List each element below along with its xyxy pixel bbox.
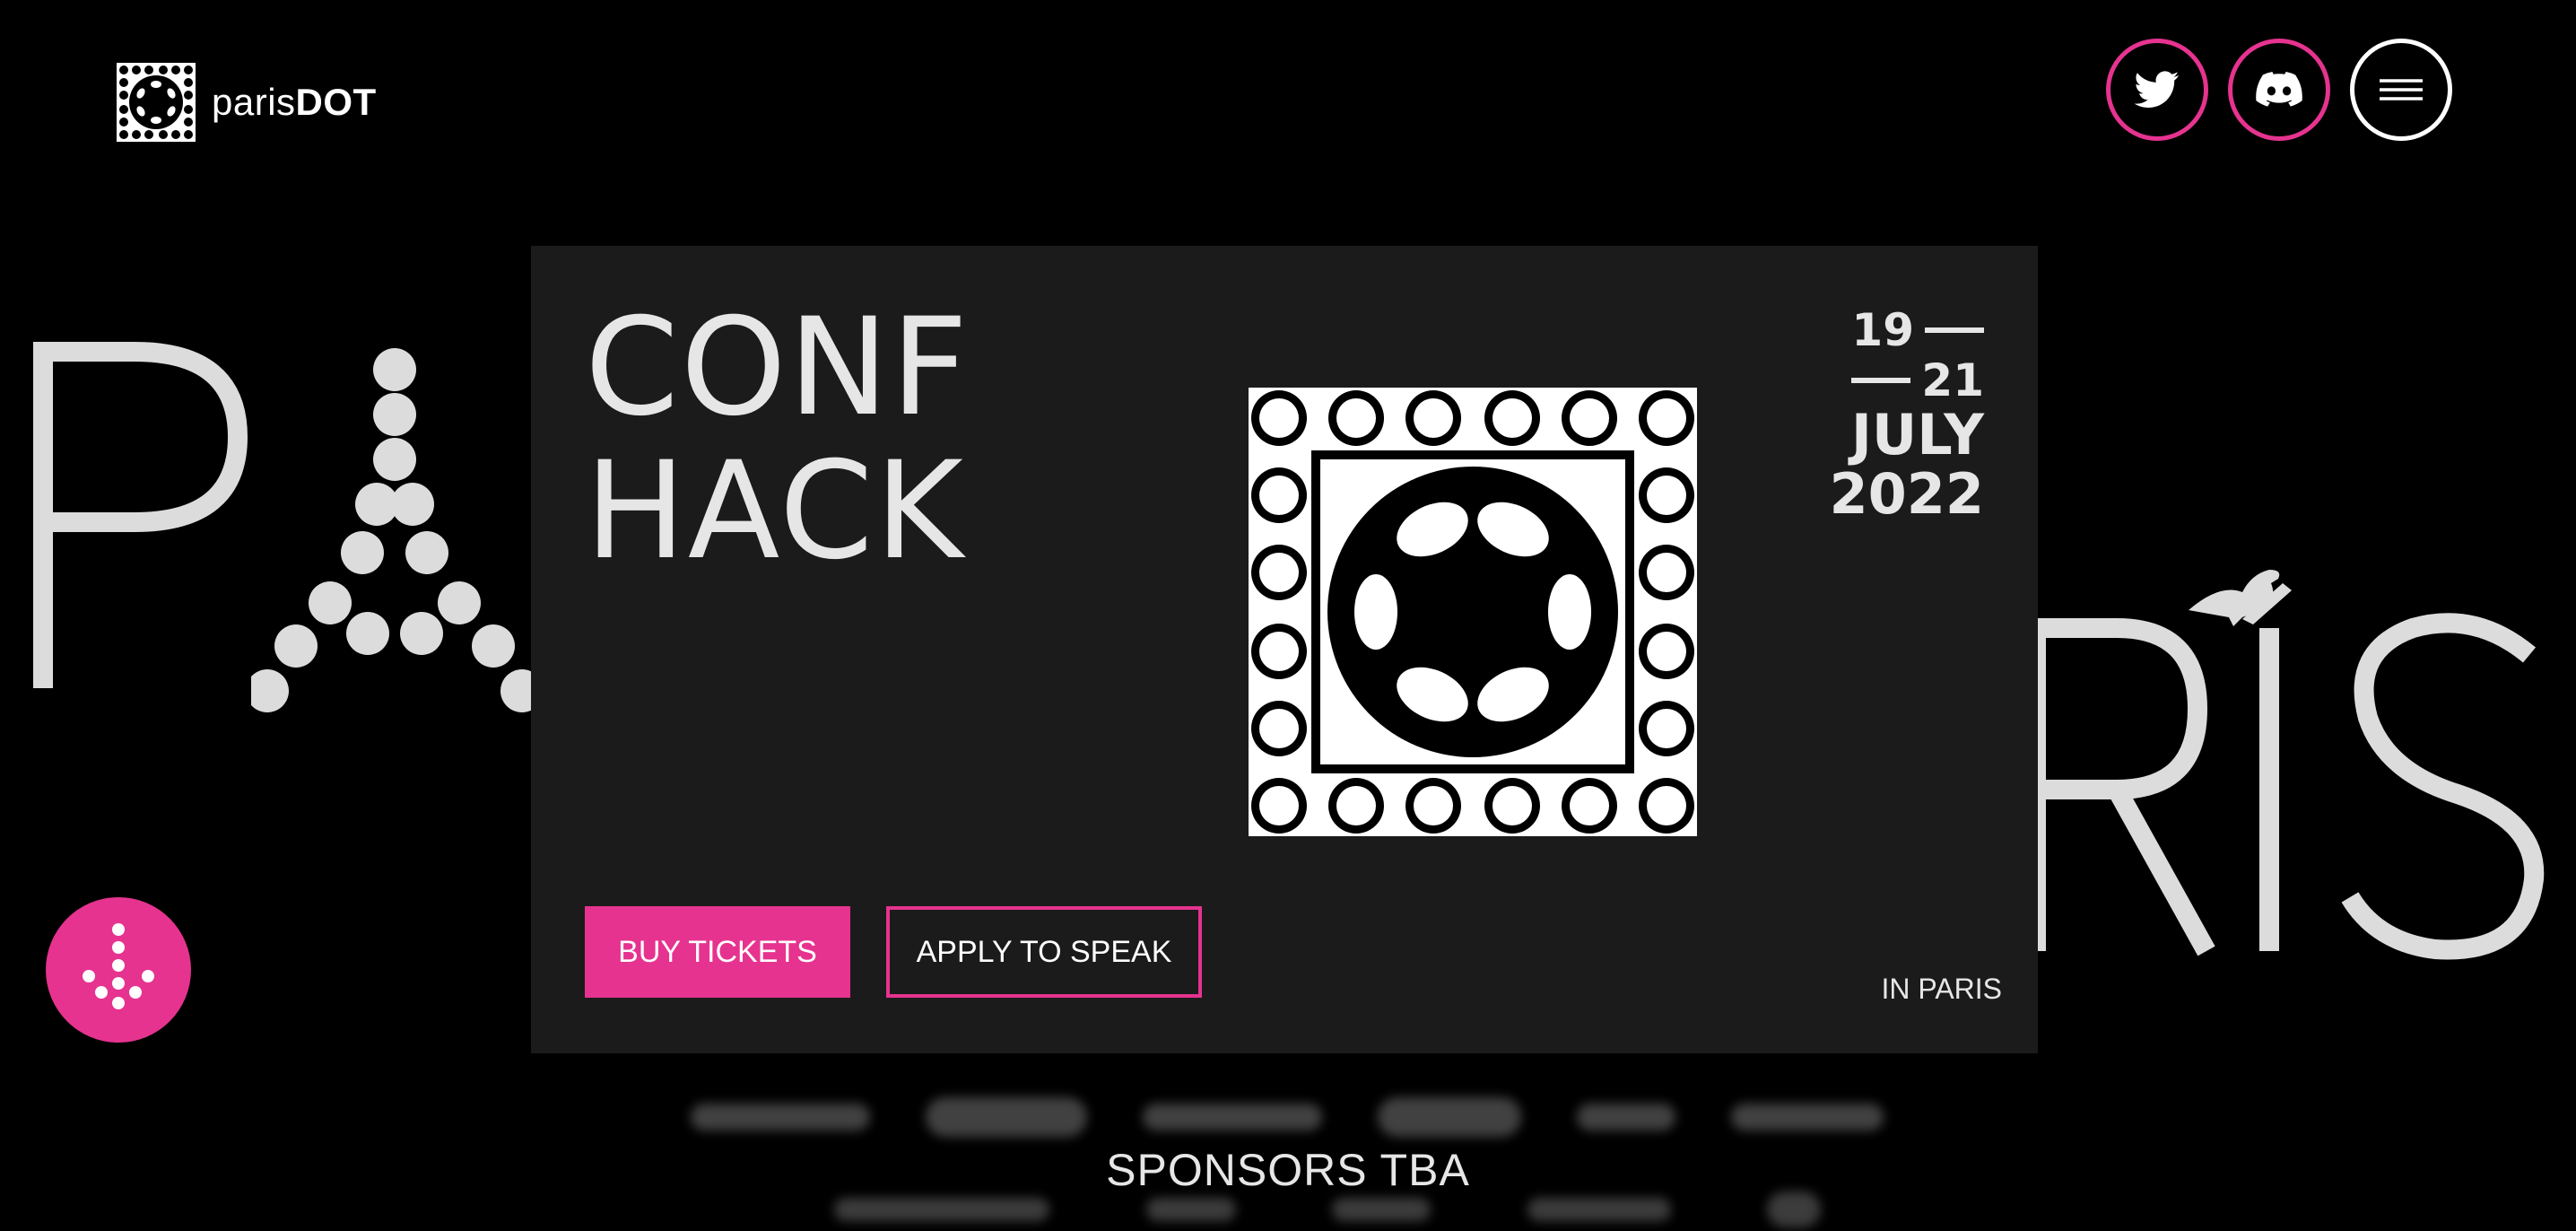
twitter-icon — [2135, 71, 2180, 108]
event-location: IN PARIS — [1881, 973, 2002, 1005]
event-dates: 19 21 JULY 2022 — [1829, 305, 1984, 524]
date-end-line: 21 — [1829, 355, 1984, 406]
dash-divider — [1925, 327, 1984, 333]
date-end: 21 — [1921, 354, 1984, 406]
date-year: 2022 — [1829, 461, 1984, 527]
eiffel-tower-dots — [251, 348, 538, 712]
sponsor-logo — [1731, 1104, 1884, 1131]
brand-logo-link[interactable]: parisDOT — [117, 63, 377, 142]
sponsor-logos-row — [691, 1086, 1884, 1148]
discord-button[interactable] — [2228, 39, 2330, 141]
menu-button[interactable] — [2350, 39, 2452, 141]
hero-title: CONF HACK — [585, 296, 970, 583]
sponsor-logo — [1378, 1097, 1521, 1137]
discord-icon — [2256, 72, 2302, 107]
apply-to-speak-button[interactable]: APPLY TO SPEAK — [886, 906, 1202, 998]
buy-tickets-button[interactable]: BUY TICKETS — [585, 906, 850, 998]
brand-name: parisDOT — [212, 81, 377, 124]
scroll-down-button[interactable] — [46, 897, 191, 1043]
hero-title-line-2: HACK — [585, 433, 965, 589]
date-month: JULY — [1850, 402, 1984, 467]
crow-silhouette — [2189, 570, 2280, 626]
sponsor-logo — [1577, 1104, 1675, 1131]
hero-title-line-1: CONF — [585, 290, 970, 446]
background-letter-p — [33, 342, 248, 688]
dash-divider — [1851, 378, 1911, 383]
page: parisDOT CONF HACK 19 21 JULY 2022 BUY T… — [0, 0, 2576, 1231]
cta-row: BUY TICKETS APPLY TO SPEAK — [585, 906, 1202, 998]
sponsor-logos-row-2 — [834, 1192, 1821, 1227]
twitter-button[interactable] — [2106, 39, 2208, 141]
parisdot-logo-icon — [117, 63, 196, 142]
hamburger-icon — [2380, 79, 2423, 100]
sponsor-logo — [1527, 1198, 1671, 1221]
sponsor-logo — [1143, 1104, 1322, 1131]
sponsors-label: SPONSORS TBA — [1106, 1145, 1470, 1195]
polkadot-logo — [1249, 388, 1697, 836]
date-start: 19 — [1851, 304, 1914, 356]
sponsor-logo — [1332, 1198, 1431, 1221]
hero-card: CONF HACK 19 21 JULY 2022 BUY TICKETS AP… — [531, 246, 2038, 1053]
sponsor-logo — [926, 1097, 1087, 1137]
sponsor-logo — [1767, 1192, 1821, 1227]
scroll-down-icon — [83, 923, 154, 1009]
brand-name-suffix: DOT — [295, 81, 377, 123]
header-actions — [2106, 39, 2452, 141]
sponsor-logo — [1145, 1198, 1236, 1221]
date-start-line: 19 — [1829, 305, 1984, 355]
background-letters-ris — [2026, 570, 2545, 960]
brand-name-prefix: paris — [212, 81, 296, 123]
sponsor-logo — [834, 1198, 1049, 1221]
sponsor-logo — [691, 1104, 870, 1131]
